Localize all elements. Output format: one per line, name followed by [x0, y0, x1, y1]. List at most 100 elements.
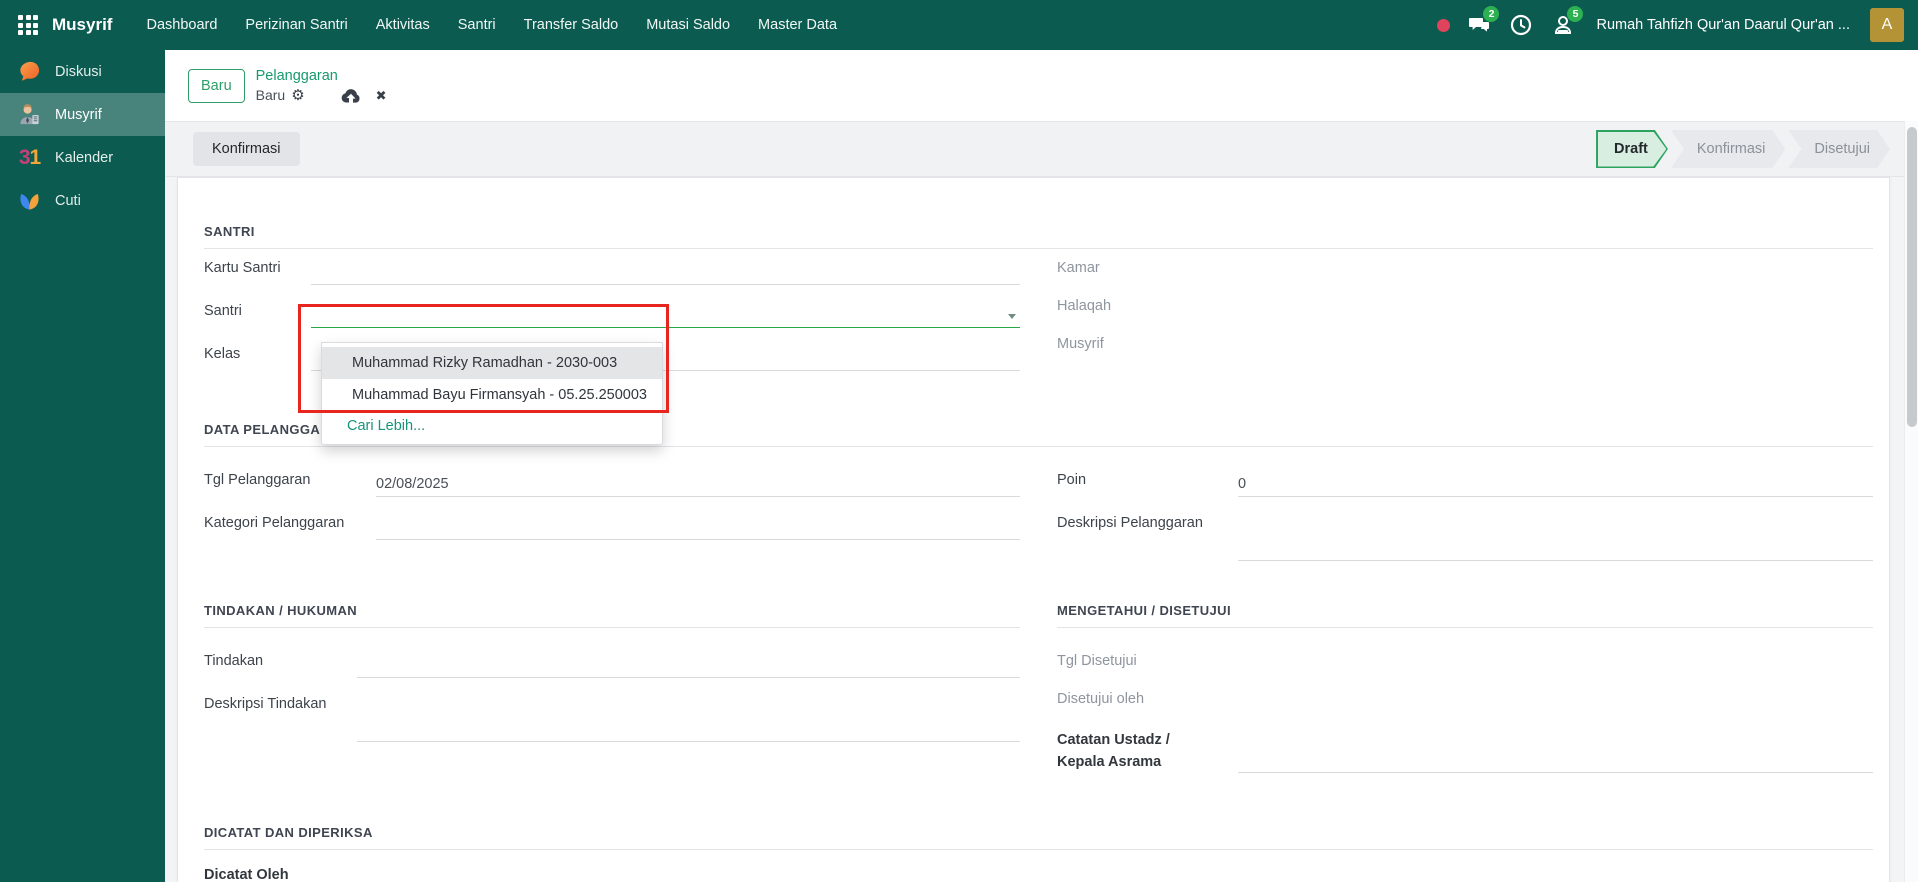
- stage-konfirmasi[interactable]: Konfirmasi: [1671, 130, 1786, 168]
- menu-aktivitas[interactable]: Aktivitas: [376, 17, 430, 33]
- field-disetujui-oleh: Disetujui oleh: [1057, 680, 1873, 718]
- main-menu: Dashboard Perizinan Santri Aktivitas San…: [146, 17, 837, 33]
- field-deskripsi-pelanggaran: Deskripsi Pelanggaran: [1057, 504, 1873, 568]
- tgl-pelanggaran-input[interactable]: 02/08/2025: [376, 471, 1020, 497]
- apps-grid-icon[interactable]: [18, 15, 38, 35]
- sidebar-item-label: Kalender: [55, 150, 113, 166]
- gear-icon[interactable]: [285, 86, 304, 105]
- messages-badge: 2: [1483, 6, 1499, 22]
- halaqah-label: Halaqah: [1057, 287, 1238, 325]
- sidebar-item-cuti[interactable]: Cuti: [0, 179, 165, 222]
- tindakan-input[interactable]: [357, 652, 1020, 678]
- poin-value: 0: [1238, 476, 1246, 492]
- confirm-button[interactable]: Konfirmasi: [193, 132, 300, 166]
- dicatat-oleh-label: Dicatat Oleh: [204, 867, 376, 882]
- stage-disetujui[interactable]: Disetujui: [1788, 130, 1890, 168]
- field-musyrif: Musyrif: [1057, 325, 1873, 363]
- app-sidebar: Diskusi Musyrif 31 Kalender Cuti: [0, 50, 165, 882]
- menu-master-data[interactable]: Master Data: [758, 17, 837, 33]
- discard-icon[interactable]: [360, 86, 387, 105]
- disetujui-oleh-label: Disetujui oleh: [1057, 680, 1238, 718]
- messages-icon[interactable]: 2: [1466, 12, 1492, 38]
- disetujui-oleh-value: [1238, 685, 1873, 711]
- activities-icon[interactable]: 5: [1550, 12, 1576, 38]
- breadcrumb-bar: Baru Pelanggaran Baru: [165, 50, 1918, 121]
- deskripsi-pelanggaran-input[interactable]: [1238, 515, 1873, 561]
- musyrif-label: Musyrif: [1057, 325, 1238, 363]
- section-heading-tindakan: TINDAKAN / HUKUMAN: [204, 603, 1020, 628]
- section-heading-dicatat: DICATAT DAN DIPERIKSA: [204, 825, 1873, 850]
- santri-input[interactable]: [311, 302, 1020, 328]
- kamar-label: Kamar: [1057, 249, 1238, 287]
- field-tgl-pelanggaran: Tgl Pelanggaran 02/08/2025: [204, 461, 1020, 504]
- stage-pipeline: Draft Konfirmasi Disetujui: [1596, 130, 1890, 168]
- user-avatar[interactable]: A: [1870, 8, 1904, 42]
- field-poin: Poin 0: [1057, 461, 1873, 504]
- form-view: SANTRI Kartu Santri Santri Kelas: [165, 177, 1918, 882]
- clock-icon[interactable]: [1508, 12, 1534, 38]
- company-switcher[interactable]: Rumah Tahfizh Qur'an Daarul Qur'an ...: [1596, 17, 1850, 33]
- stage-draft[interactable]: Draft: [1596, 130, 1668, 168]
- poin-input[interactable]: 0: [1238, 471, 1873, 497]
- kelas-label: Kelas: [204, 335, 311, 378]
- calendar-icon: 31: [16, 144, 43, 171]
- section-heading-santri: SANTRI: [204, 224, 1873, 249]
- sidebar-item-label: Musyrif: [55, 107, 102, 123]
- catatan-ustadz-input[interactable]: [1238, 733, 1873, 773]
- sidebar-item-label: Diskusi: [55, 64, 102, 80]
- kartu-santri-input[interactable]: [311, 259, 1020, 285]
- section-heading-mengetahui: MENGETAHUI / DISETUJUI: [1057, 603, 1873, 628]
- kamar-value: [1238, 254, 1873, 280]
- app-brand[interactable]: Musyrif: [52, 15, 112, 35]
- tindakan-label: Tindakan: [204, 642, 357, 685]
- deskripsi-tindakan-label: Deskripsi Tindakan: [204, 685, 357, 749]
- kartu-santri-label: Kartu Santri: [204, 249, 311, 292]
- field-dicatat-oleh: Dicatat Oleh: [204, 867, 1020, 882]
- activities-badge: 5: [1567, 6, 1583, 22]
- kategori-pelanggaran-input[interactable]: [376, 514, 1020, 540]
- menu-santri[interactable]: Santri: [458, 17, 496, 33]
- field-catatan-ustadz: Catatan Ustadz / Kepala Asrama: [1057, 718, 1873, 780]
- status-bar: Konfirmasi Draft Konfirmasi Disetujui: [165, 121, 1918, 177]
- field-halaqah: Halaqah: [1057, 287, 1873, 325]
- dropdown-search-more[interactable]: Cari Lebih...: [322, 411, 662, 444]
- sidebar-item-label: Cuti: [55, 193, 81, 209]
- sidebar-item-kalender[interactable]: 31 Kalender: [0, 136, 165, 179]
- vertical-scrollbar[interactable]: [1904, 121, 1918, 882]
- tgl-disetujui-value: [1238, 647, 1873, 673]
- deskripsi-tindakan-input[interactable]: [357, 696, 1020, 742]
- cloud-save-icon[interactable]: [341, 88, 360, 103]
- breadcrumb: Pelanggaran Baru: [256, 67, 387, 105]
- catatan-ustadz-label: Catatan Ustadz / Kepala Asrama: [1057, 718, 1238, 780]
- top-navbar: Musyrif Dashboard Perizinan Santri Aktiv…: [0, 0, 1918, 50]
- santri-dropdown: Muhammad Rizky Ramadhan - 2030-003 Muham…: [321, 342, 663, 445]
- dropdown-option-1[interactable]: Muhammad Rizky Ramadhan - 2030-003: [322, 347, 662, 379]
- scrollbar-thumb[interactable]: [1907, 127, 1917, 427]
- field-santri: Santri: [204, 292, 1020, 335]
- kategori-pelanggaran-label: Kategori Pelanggaran: [204, 504, 376, 547]
- new-record-button[interactable]: Baru: [188, 69, 245, 103]
- musyrif-value: [1238, 330, 1873, 356]
- santri-label: Santri: [204, 292, 311, 335]
- menu-perizinan-santri[interactable]: Perizinan Santri: [245, 17, 347, 33]
- tgl-pelanggaran-label: Tgl Pelanggaran: [204, 461, 376, 504]
- field-kamar: Kamar: [1057, 249, 1873, 287]
- chevron-down-icon[interactable]: [1008, 314, 1016, 319]
- field-deskripsi-tindakan: Deskripsi Tindakan: [204, 685, 1020, 749]
- timeoff-icon: [16, 187, 43, 214]
- menu-transfer-saldo[interactable]: Transfer Saldo: [524, 17, 619, 33]
- breadcrumb-model-link[interactable]: Pelanggaran: [256, 67, 387, 86]
- dropdown-option-2[interactable]: Muhammad Bayu Firmansyah - 05.25.250003: [322, 379, 662, 411]
- menu-mutasi-saldo[interactable]: Mutasi Saldo: [646, 17, 730, 33]
- breadcrumb-record-name: Baru: [256, 86, 286, 105]
- sidebar-item-diskusi[interactable]: Diskusi: [0, 50, 165, 93]
- field-tindakan: Tindakan: [204, 642, 1020, 685]
- poin-label: Poin: [1057, 461, 1238, 504]
- field-kategori-pelanggaran: Kategori Pelanggaran: [204, 504, 1020, 547]
- menu-dashboard[interactable]: Dashboard: [146, 17, 217, 33]
- field-tgl-disetujui: Tgl Disetujui: [1057, 642, 1873, 680]
- main-area: Baru Pelanggaran Baru Konfirmasi Draft: [165, 50, 1918, 882]
- halaqah-value: [1238, 292, 1873, 318]
- musyrif-icon: [16, 101, 43, 128]
- sidebar-item-musyrif[interactable]: Musyrif: [0, 93, 165, 136]
